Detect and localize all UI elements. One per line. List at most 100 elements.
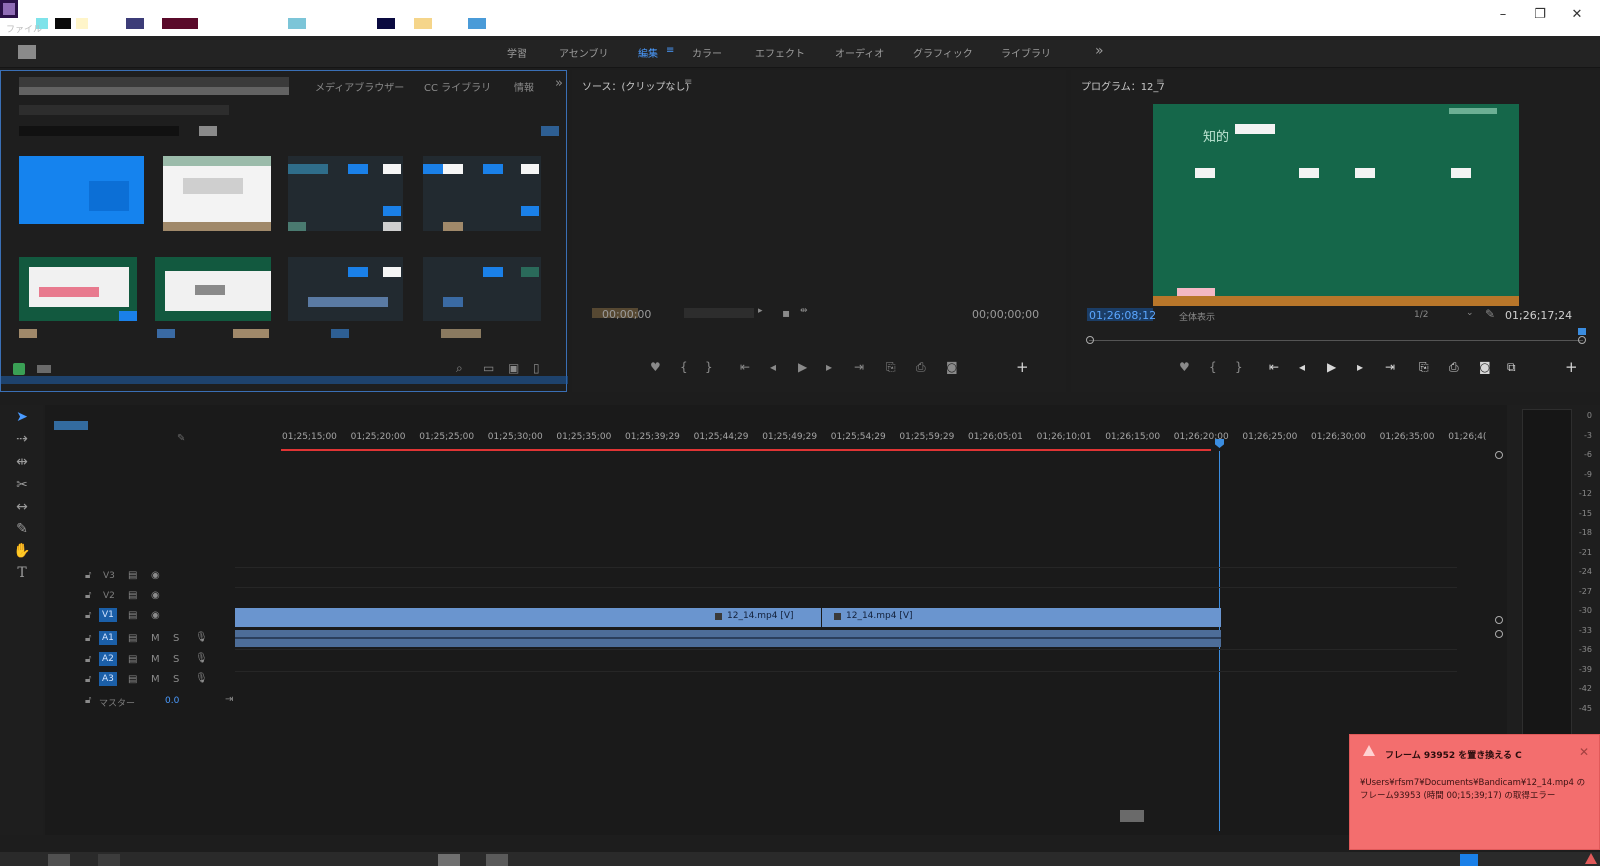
mute-button[interactable]: M xyxy=(151,633,160,644)
lock-icon[interactable]: 🔓︎ xyxy=(85,654,91,665)
master-volume-value[interactable]: 0.0 xyxy=(165,696,179,706)
close-button[interactable]: ✕ xyxy=(1564,4,1590,26)
tab-audio[interactable]: オーディオ xyxy=(835,45,884,60)
video-preview[interactable]: 知的 xyxy=(1153,104,1519,306)
track-name-a1[interactable]: A1 xyxy=(99,631,117,645)
close-icon[interactable]: ✕ xyxy=(1579,745,1589,759)
source-monitor-title[interactable]: ソース：(クリップなし) xyxy=(582,78,689,93)
go-to-out-icon[interactable]: ⇥ xyxy=(854,360,864,374)
razor-icon[interactable]: ✂ xyxy=(11,477,33,495)
mark-out-icon[interactable]: } xyxy=(705,360,713,374)
lock-icon[interactable]: 🔓︎ xyxy=(85,695,91,706)
track-name-v2[interactable]: V2 xyxy=(103,591,115,601)
scrubber-end-handle[interactable] xyxy=(1578,336,1586,344)
horizontal-scrollbar-thumb[interactable] xyxy=(1120,810,1144,822)
add-button-icon[interactable]: + xyxy=(1016,358,1029,376)
playhead-handle[interactable] xyxy=(1215,439,1224,448)
camera-icon[interactable]: ◙ xyxy=(1479,360,1491,374)
search-icon[interactable]: ⌕ xyxy=(456,361,463,376)
solo-button[interactable]: S xyxy=(173,674,179,685)
scrubber-start-handle[interactable] xyxy=(1086,336,1094,344)
tab-libraries[interactable]: ライブラリ xyxy=(1001,45,1051,60)
marker-icon[interactable]: ♥ xyxy=(650,360,661,374)
go-to-in-icon[interactable]: ⇤ xyxy=(1269,360,1279,374)
microphone-icon[interactable]: 🎙︎ xyxy=(195,653,208,664)
camera-icon[interactable]: ◙ xyxy=(946,360,958,374)
go-to-end-icon[interactable]: ⇥ xyxy=(225,694,233,705)
sync-lock-icon[interactable]: ▤ xyxy=(128,590,137,601)
track-name-a3[interactable]: A3 xyxy=(99,672,117,686)
tab-info[interactable]: 情報 xyxy=(514,79,534,94)
microphone-icon[interactable]: 🎙︎ xyxy=(195,673,208,684)
go-to-out-icon[interactable]: ⇥ xyxy=(1385,360,1395,374)
lock-icon[interactable]: 🔓︎ xyxy=(85,610,91,621)
insert-icon[interactable]: ⎘ xyxy=(886,360,896,375)
panel-menu-icon[interactable]: ≡ xyxy=(1156,77,1164,88)
pencil-icon[interactable] xyxy=(13,363,25,375)
home-icon[interactable] xyxy=(18,45,36,59)
step-back-icon[interactable]: ◂ xyxy=(1299,360,1305,374)
microphone-icon[interactable]: 🎙︎ xyxy=(195,632,208,643)
sync-lock-icon[interactable]: ▤ xyxy=(128,674,137,685)
work-area-bar[interactable] xyxy=(281,449,1211,451)
eye-icon[interactable]: ◉ xyxy=(151,610,160,621)
eye-icon[interactable]: ◉ xyxy=(151,570,160,581)
search-field[interactable] xyxy=(19,126,179,136)
play-icon[interactable]: ▶ xyxy=(1327,360,1336,374)
scroll-handle[interactable] xyxy=(1495,616,1503,624)
track-name-a2[interactable]: A2 xyxy=(99,652,117,666)
solo-button[interactable]: S xyxy=(173,633,179,644)
trash-icon[interactable]: ▯ xyxy=(533,361,540,375)
program-timecode-left[interactable]: 01;26;08;12 xyxy=(1089,309,1156,322)
step-forward-icon[interactable]: ▸ xyxy=(826,360,832,374)
extract-icon[interactable]: ⎙ xyxy=(1449,360,1459,375)
program-monitor-title[interactable]: プログラム：12_7 xyxy=(1081,78,1165,93)
video-clip[interactable]: 12_14.mp4 [V] xyxy=(822,608,1221,627)
tab-effects[interactable]: エフェクト xyxy=(755,45,805,60)
audio-clip[interactable] xyxy=(235,630,1221,647)
clip-thumbnail[interactable] xyxy=(423,156,541,231)
export-frame-icon[interactable]: ⇹ xyxy=(800,306,808,316)
restore-button[interactable]: ❐ xyxy=(1527,4,1553,26)
tab-media-browser[interactable]: メディアブラウザー xyxy=(315,79,404,94)
comparison-view-icon[interactable]: ⧉ xyxy=(1507,360,1516,375)
wrench-icon[interactable]: ✎ xyxy=(1485,307,1495,321)
tab-graphics[interactable]: グラフィック xyxy=(913,45,973,60)
lock-icon[interactable]: 🔓︎ xyxy=(85,674,91,685)
folder-icon[interactable]: ▭ xyxy=(483,361,494,375)
tab-menu-icon[interactable]: ≡ xyxy=(666,45,674,56)
clip-thumbnail[interactable] xyxy=(163,156,271,231)
list-view-icon[interactable] xyxy=(37,365,51,373)
tab-learning[interactable]: 学習 xyxy=(507,45,527,60)
new-item-icon[interactable]: ▣ xyxy=(508,361,519,375)
type-icon[interactable]: T xyxy=(11,565,33,583)
wrench-icon[interactable]: ✎ xyxy=(177,433,187,444)
clip-thumbnail[interactable] xyxy=(288,156,403,231)
slip-icon[interactable]: ↔ xyxy=(11,499,33,517)
marker-icon[interactable]: ♥ xyxy=(1179,360,1190,374)
lift-icon[interactable]: ⎘ xyxy=(1419,360,1429,375)
settings-icon[interactable]: ▪ xyxy=(782,306,790,320)
clip-thumbnail[interactable] xyxy=(288,257,403,321)
lock-icon[interactable]: 🔓︎ xyxy=(85,570,91,581)
panel-menu-icon[interactable]: ≡ xyxy=(684,77,692,88)
play-icon[interactable]: ▶ xyxy=(798,360,807,374)
mute-button[interactable]: M xyxy=(151,674,160,685)
clip-thumbnail[interactable] xyxy=(423,257,541,321)
clip-thumbnail[interactable] xyxy=(19,156,144,224)
track-name-v1[interactable]: V1 xyxy=(99,608,117,622)
add-button-icon[interactable]: + xyxy=(1565,358,1578,376)
lock-icon[interactable]: 🔓︎ xyxy=(85,633,91,644)
lock-icon[interactable]: 🔓︎ xyxy=(85,590,91,601)
mark-in-icon[interactable]: { xyxy=(680,360,688,374)
tab-assembly[interactable]: アセンブリ xyxy=(559,45,609,60)
fit-dropdown[interactable] xyxy=(684,308,754,318)
more-workspaces-icon[interactable]: » xyxy=(1095,43,1104,59)
step-forward-icon[interactable]: ▸ xyxy=(1357,360,1363,374)
error-notification[interactable]: フレーム 93952 を置き換える C ✕ ¥Users¥rfsm7¥Docum… xyxy=(1349,734,1600,850)
video-clip[interactable]: 12_14.mp4 [V] xyxy=(235,608,821,627)
eye-icon[interactable]: ◉ xyxy=(151,590,160,601)
ripple-edit-icon[interactable]: ⇹ xyxy=(11,454,33,472)
mute-button[interactable]: M xyxy=(151,654,160,665)
program-scrubber[interactable] xyxy=(1089,340,1583,341)
